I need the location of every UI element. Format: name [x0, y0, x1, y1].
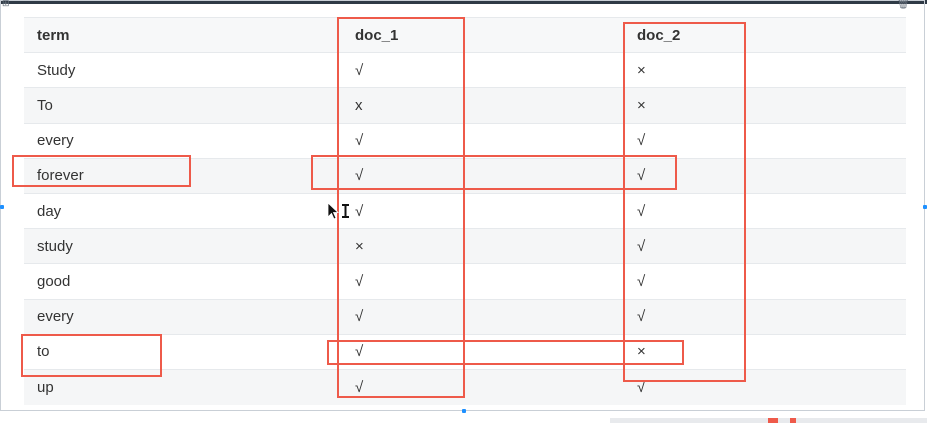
term-cell[interactable]: day	[24, 192, 342, 229]
table-row: every √ √	[24, 298, 906, 335]
doc-2-cell[interactable]: √	[624, 298, 906, 335]
doc-1-cell[interactable]: √	[342, 157, 624, 194]
toolbar-marker	[768, 418, 778, 423]
term-cell[interactable]: good	[24, 263, 342, 299]
term-cell[interactable]: up	[24, 368, 342, 405]
table-row: study × √	[24, 228, 906, 264]
table-row: to √ ×	[24, 333, 906, 370]
doc-2-cell[interactable]: √	[624, 192, 906, 229]
toolbar-marker	[790, 418, 796, 423]
table-row: good √ √	[24, 263, 906, 299]
cursor-icon	[327, 202, 349, 220]
doc-1-cell[interactable]: √	[342, 298, 624, 335]
table-row: day √ √	[24, 192, 906, 229]
doc-1-cell[interactable]: √	[342, 368, 624, 405]
table-row: up √ √	[24, 368, 906, 405]
doc-2-cell[interactable]: √	[624, 368, 906, 405]
doc-2-cell[interactable]: √	[624, 263, 906, 299]
grid-icon[interactable]: ⊞	[2, 0, 12, 9]
doc-2-cell[interactable]: √	[624, 122, 906, 159]
resize-handle-left[interactable]	[0, 205, 4, 209]
doc-1-cell[interactable]: √	[342, 333, 624, 370]
table-header-row: term doc_1 doc_2	[24, 16, 906, 53]
header-doc-2[interactable]: doc_2	[624, 16, 906, 53]
term-document-table: term doc_1 doc_2 Study √ × To x × every …	[24, 16, 906, 405]
term-cell[interactable]: every	[24, 122, 342, 159]
doc-2-cell[interactable]: ×	[624, 333, 906, 370]
table-row: Study √ ×	[24, 52, 906, 88]
table-row: every √ √	[24, 122, 906, 159]
term-cell[interactable]: To	[24, 87, 342, 124]
term-cell[interactable]: every	[24, 298, 342, 335]
term-cell[interactable]: to	[24, 333, 342, 370]
term-cell[interactable]: forever	[24, 157, 342, 194]
doc-2-cell[interactable]: ×	[624, 87, 906, 124]
table-row: To x ×	[24, 87, 906, 124]
doc-2-cell[interactable]: ×	[624, 52, 906, 88]
header-term[interactable]: term	[24, 16, 342, 53]
table-row: forever √ √	[24, 157, 906, 194]
header-doc-1[interactable]: doc_1	[342, 16, 624, 53]
trash-icon[interactable]: 🗑	[897, 0, 910, 10]
doc-1-cell[interactable]: √	[342, 263, 624, 299]
doc-1-cell[interactable]: √	[342, 52, 624, 88]
term-cell[interactable]: Study	[24, 52, 342, 88]
doc-2-cell[interactable]: √	[624, 157, 906, 194]
term-cell[interactable]: study	[24, 228, 342, 264]
doc-1-cell[interactable]: √	[342, 122, 624, 159]
resize-handle-bottom[interactable]	[462, 409, 466, 413]
doc-1-cell[interactable]: x	[342, 87, 624, 124]
doc-2-cell[interactable]: √	[624, 228, 906, 264]
bottom-toolbar-strip	[610, 418, 927, 423]
doc-1-cell[interactable]: √	[342, 192, 624, 229]
doc-1-cell[interactable]: ×	[342, 228, 624, 264]
resize-handle-right[interactable]	[923, 205, 927, 209]
